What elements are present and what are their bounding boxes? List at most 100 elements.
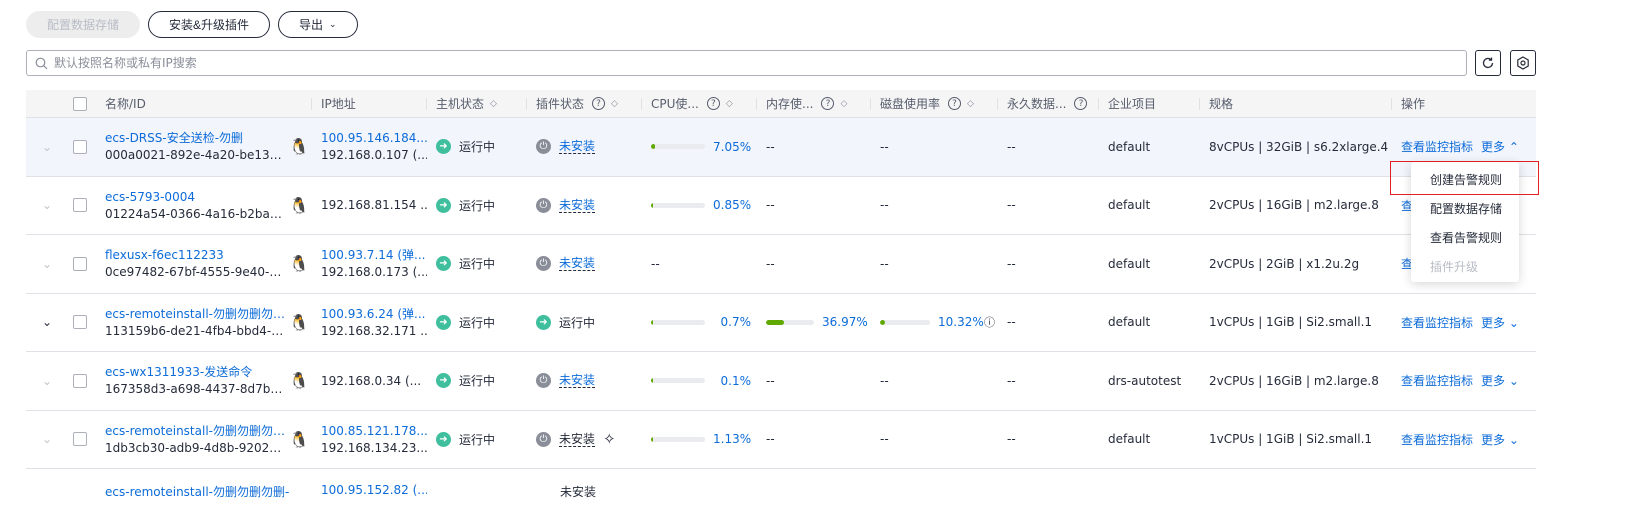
header-spec: 规格 <box>1200 90 1392 117</box>
settings-button[interactable] <box>1510 50 1536 76</box>
row-checkbox[interactable] <box>73 432 87 447</box>
menu-item-config-storage[interactable]: 配置数据存储 <box>1411 194 1519 223</box>
disk-usage: -- <box>880 373 889 388</box>
help-icon[interactable]: ? <box>821 97 835 110</box>
power-icon: ⏻ <box>536 197 551 213</box>
host-status: 运行中 <box>459 315 496 330</box>
running-icon: ➜ <box>536 314 551 330</box>
instance-name-link[interactable]: ecs-remoteinstall-勿删勿删勿删-... <box>105 307 285 321</box>
running-icon: ➜ <box>436 431 451 447</box>
plugin-status-link[interactable]: 未安装 <box>559 139 596 155</box>
chevron-down-icon[interactable]: ⌄ <box>42 432 52 446</box>
cpu-bar <box>651 436 705 442</box>
permanent-data: -- <box>1007 373 1016 388</box>
header-cpu[interactable]: CPU使...? ◇ <box>642 90 757 117</box>
plugin-status-link[interactable]: 未安装 <box>559 256 596 272</box>
row-checkbox[interactable] <box>73 315 87 330</box>
export-button[interactable]: 导出 ⌄ <box>278 11 358 38</box>
view-metrics-link[interactable]: 查看监控指标 <box>1401 431 1473 448</box>
plugin-install-icon[interactable]: ✧ <box>603 430 616 448</box>
running-icon: ➜ <box>436 256 451 272</box>
table-row: ⌄ ecs-DRSS-安全送检-勿删 000a0021-892e-4a20-be1… <box>26 118 1536 177</box>
sort-icon[interactable]: ◇ <box>611 99 618 109</box>
instance-id: 1db3cb30-adb9-4d8b-9202-0fe1... <box>105 440 285 455</box>
table-row: ⌄ ecs-remoteinstall-勿删勿删勿删-... 1db3cb30-a… <box>26 410 1536 469</box>
public-ip-link[interactable]: 100.95.146.184... <box>321 131 427 145</box>
public-ip-link[interactable]: 100.93.6.24 (弹... <box>321 307 427 321</box>
menu-item-view-alarm-rules[interactable]: 查看告警规则 <box>1411 223 1519 252</box>
instance-table: 名称/ID IP地址 主机状态 ◇ 插件状态? ◇ CPU使...? ◇ 内存使...… <box>26 90 1536 511</box>
chevron-down-icon[interactable]: ⌄ <box>42 257 52 271</box>
instance-name-link[interactable]: ecs-remoteinstall-勿删勿删勿删- <box>105 483 289 500</box>
search-input[interactable] <box>54 56 1434 70</box>
row-checkbox[interactable] <box>73 198 87 213</box>
host-status: 运行中 <box>459 198 496 213</box>
instance-name-link[interactable]: ecs-wx1311933-发送命令 <box>105 365 285 379</box>
row-checkbox[interactable] <box>73 139 87 154</box>
refresh-button[interactable] <box>1475 50 1501 76</box>
public-ip-link[interactable]: 100.95.152.82 (... <box>321 483 427 497</box>
sort-icon[interactable]: ◇ <box>840 99 847 109</box>
cpu-usage: 0.7% <box>720 315 752 330</box>
instance-name-link[interactable]: flexusx-f6ec112233 <box>105 248 285 262</box>
header-plugin-status[interactable]: 插件状态? ◇ <box>527 90 642 117</box>
header-permanent-data: 永久数据...? <box>998 90 1099 117</box>
running-icon: ➜ <box>436 197 451 213</box>
power-icon: ⏻ <box>536 139 551 155</box>
private-ip: 192.168.0.107 (... <box>321 148 427 163</box>
view-metrics-link[interactable]: 查看监控指标 <box>1401 372 1473 389</box>
view-metrics-link[interactable]: 查看监控指标 <box>1401 314 1473 331</box>
search-bar <box>26 50 1467 76</box>
chevron-down-icon[interactable]: ⌄ <box>42 140 52 154</box>
config-storage-button[interactable]: 配置数据存储 <box>26 11 141 38</box>
help-icon[interactable]: ? <box>706 97 720 110</box>
instance-name-link[interactable]: ecs-DRSS-安全送检-勿删 <box>105 131 285 145</box>
public-ip-link[interactable]: 100.93.7.14 (弹... <box>321 248 427 262</box>
sort-icon[interactable]: ◇ <box>967 99 974 109</box>
more-button[interactable]: 更多 ⌄ <box>1481 431 1519 448</box>
header-disk[interactable]: 磁盘使用率? ◇ <box>871 90 998 117</box>
power-icon: ⏻ <box>536 373 551 389</box>
more-button[interactable]: 更多 ⌄ <box>1481 314 1519 331</box>
cpu-bar <box>651 202 705 208</box>
instance-name-link[interactable]: ecs-remoteinstall-勿删勿删勿删-... <box>105 424 285 438</box>
row-checkbox[interactable] <box>73 256 87 271</box>
help-icon[interactable]: ? <box>1074 97 1088 110</box>
header-host-status[interactable]: 主机状态 ◇ <box>427 90 527 117</box>
menu-item-plugin-upgrade: 插件升级 <box>1430 260 1479 274</box>
row-checkbox[interactable] <box>73 373 87 388</box>
select-all-checkbox[interactable] <box>73 96 87 111</box>
chevron-down-icon: ⌄ <box>329 19 337 29</box>
plugin-status-link[interactable]: 未安装 <box>559 198 596 213</box>
public-ip-link[interactable]: 100.85.121.178... <box>321 424 427 438</box>
menu-item-create-alarm-rule[interactable]: 创建告警规则 <box>1411 165 1519 194</box>
sort-icon[interactable]: ◇ <box>490 99 497 109</box>
disk-usage: 10.32% <box>938 315 984 330</box>
toolbar: 配置数据存储 安装&升级插件 导出 ⌄ <box>26 11 358 38</box>
more-button[interactable]: 更多 ⌃ <box>1481 138 1519 155</box>
plugin-status-link[interactable]: 未安装 <box>559 373 596 389</box>
enterprise-project: default <box>1108 432 1151 447</box>
header-memory[interactable]: 内存使...? ◇ <box>757 90 871 117</box>
chevron-down-icon[interactable]: ⌄ <box>42 198 52 212</box>
enterprise-project: drs-autotest <box>1108 373 1182 388</box>
help-icon[interactable]: ? <box>948 97 962 110</box>
install-plugin-button[interactable]: 安装&升级插件 <box>148 11 271 38</box>
sort-icon[interactable]: ◇ <box>726 99 733 109</box>
search-icon <box>35 57 48 69</box>
chevron-down-icon[interactable]: ⌄ <box>42 374 52 388</box>
enterprise-project: default <box>1108 256 1151 271</box>
chevron-down-icon[interactable]: ⌄ <box>42 315 52 329</box>
permanent-data: -- <box>1007 256 1016 271</box>
view-metrics-link[interactable]: 查看监控指标 <box>1401 138 1473 155</box>
info-icon[interactable]: ⓘ <box>984 314 995 330</box>
header-operation: 操作 <box>1401 97 1426 111</box>
instance-id: 0ce97482-67bf-4555-9e40-362e... <box>105 265 285 280</box>
instance-name-link[interactable]: ecs-5793-0004 <box>105 190 285 204</box>
spec: 8vCPUs | 32GiB | s6.2xlarge.4 <box>1209 139 1389 154</box>
disk-bar <box>880 319 930 325</box>
table-row: ⌄ flexusx-f6ec112233 0ce97482-67bf-4555-9… <box>26 235 1536 294</box>
plugin-status: 运行中 <box>559 315 596 330</box>
more-button[interactable]: 更多 ⌄ <box>1481 372 1519 389</box>
help-icon[interactable]: ? <box>592 97 606 110</box>
